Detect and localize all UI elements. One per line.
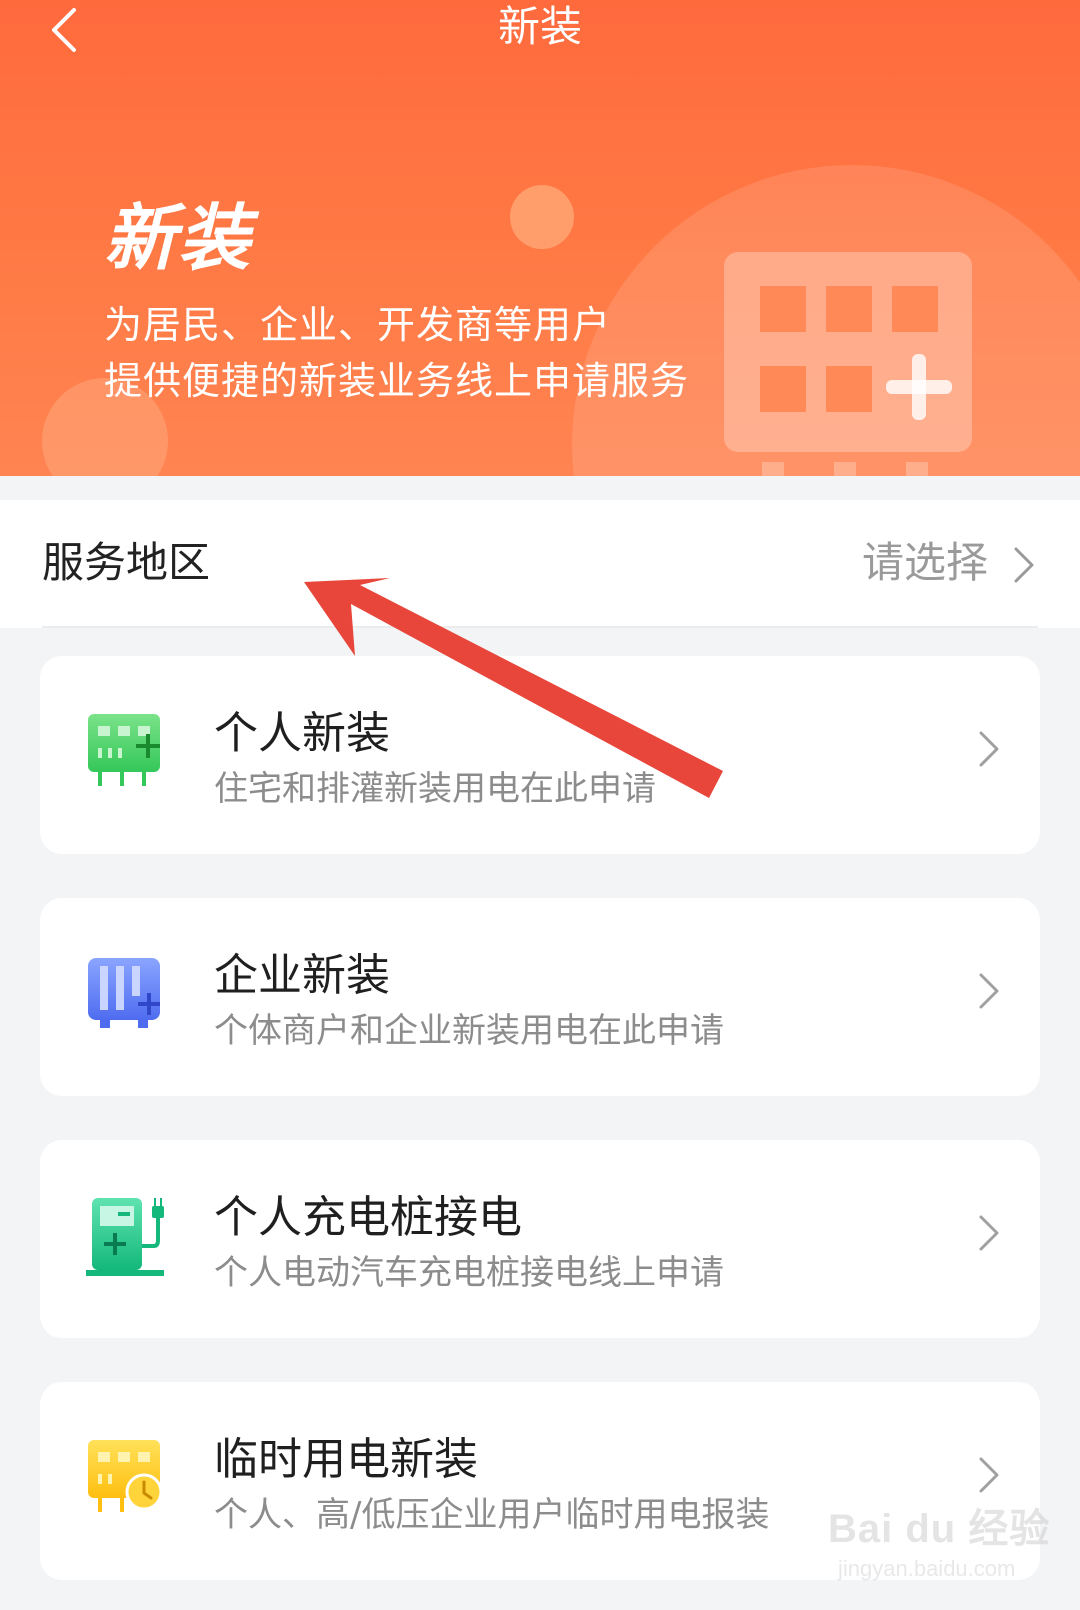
enterprise-meter-icon xyxy=(88,958,160,1028)
card-subtitle: 个体商户和企业新装用电在此申请 xyxy=(214,1011,724,1051)
card-title: 个人充电桩接电 xyxy=(214,1192,522,1243)
divider xyxy=(42,626,1038,628)
chevron-right-icon xyxy=(979,973,999,1009)
chevron-right-icon xyxy=(979,1215,999,1251)
meter-plus-icon xyxy=(724,252,972,476)
service-area-value[interactable]: 请选择 xyxy=(862,538,988,588)
card-enterprise-install[interactable]: 企业新装 个体商户和企业新装用电在此申请 xyxy=(40,898,1040,1096)
watermark-url: jingyan.baidu.com xyxy=(838,1556,1016,1581)
service-area-selector[interactable]: 服务地区 请选择 xyxy=(0,500,1080,628)
hero-description-line2: 提供便捷的新装业务线上申请服务 xyxy=(104,359,690,403)
card-residential-install[interactable]: 个人新装 住宅和排灌新装用电在此申请 xyxy=(40,656,1040,854)
hero-title: 新装 xyxy=(104,196,253,280)
residential-meter-icon xyxy=(88,714,160,786)
card-subtitle: 住宅和排灌新装用电在此申请 xyxy=(214,769,656,809)
decor-dot xyxy=(510,185,574,249)
watermark-brand: Bai du 经验 xyxy=(828,1507,1051,1551)
card-title: 个人新装 xyxy=(214,708,390,759)
card-subtitle: 个人电动汽车充电桩接电线上申请 xyxy=(214,1253,724,1293)
card-title: 临时用电新装 xyxy=(214,1434,478,1485)
chevron-right-icon xyxy=(979,1457,999,1493)
hero-description-line1: 为居民、企业、开发商等用户 xyxy=(104,303,612,347)
card-subtitle: 个人、高/低压企业用户临时用电报装 xyxy=(214,1495,770,1535)
service-area-label: 服务地区 xyxy=(42,538,211,587)
hero-banner: 新装 新装 为居民、企业、开发商等用户 提供便捷的新装业务线上申请服务 xyxy=(0,0,1080,476)
card-charging-pile[interactable]: 个人充电桩接电 个人电动汽车充电桩接电线上申请 xyxy=(40,1140,1040,1338)
chevron-right-icon xyxy=(1014,547,1034,583)
temporary-meter-clock-icon xyxy=(88,1440,163,1512)
page-title: 新装 xyxy=(497,2,582,51)
card-title: 企业新装 xyxy=(214,950,390,1001)
chevron-right-icon xyxy=(979,731,999,767)
charging-pile-icon xyxy=(86,1198,164,1276)
watermark: Bai du 经验 jingyan.baidu.com xyxy=(828,1496,1058,1596)
